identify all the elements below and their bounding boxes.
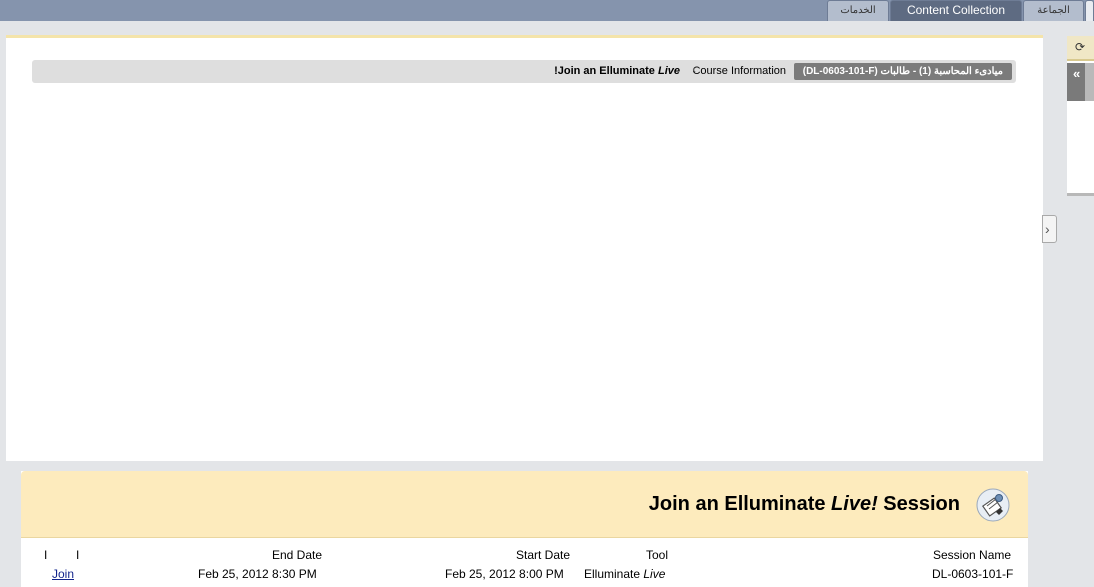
side-panel-divider <box>1085 63 1094 101</box>
session-panel-header: Join an Elluminate Live! Session <box>21 471 1028 538</box>
session-title-live: Live! <box>831 493 878 515</box>
elluminate-session-icon <box>976 488 1010 522</box>
session-title: Join an Elluminate Live! Session <box>649 493 960 516</box>
chevron-right-icon: › <box>1045 221 1050 237</box>
col-header-start-date[interactable]: Start Date <box>516 548 570 562</box>
tab-services[interactable]: الخدمات <box>827 0 889 21</box>
double-chevron-left-icon[interactable]: « <box>1073 66 1080 81</box>
refresh-icon[interactable]: ⟳ <box>1075 40 1085 54</box>
row-end-date: Feb 25, 2012 8:30 PM <box>198 567 317 581</box>
col-header-action-a: I <box>44 548 48 562</box>
row-tool-prefix: Elluminate <box>584 567 644 581</box>
breadcrumb-current-live: Live <box>657 65 680 77</box>
row-tool-live: Live <box>643 567 666 581</box>
top-tab-bar: الخدمات Content Collection الجماعة <box>0 0 1094 21</box>
col-header-end-date[interactable]: End Date <box>272 548 322 562</box>
row-session-name: DL-0603-101-F <box>932 567 1014 581</box>
tab-content-collection[interactable]: Content Collection <box>890 0 1022 21</box>
collapse-panel-button[interactable]: › <box>1042 215 1057 243</box>
session-title-prefix: Join an Elluminate <box>648 493 832 515</box>
col-header-tool[interactable]: Tool <box>646 548 668 562</box>
row-start-date: Feb 25, 2012 8:00 PM <box>445 567 564 581</box>
tab-community[interactable]: الجماعة <box>1023 0 1084 21</box>
col-header-action-b: I <box>76 548 80 562</box>
side-panel-header: ⟳ <box>1067 36 1094 61</box>
breadcrumb: ميادىء المحاسبة (1) - طالبات (DL-0603-10… <box>32 60 1016 83</box>
breadcrumb-course[interactable]: ميادىء المحاسبة (1) - طالبات (DL-0603-10… <box>793 63 1012 80</box>
breadcrumb-course-information[interactable]: Course Information <box>692 65 786 77</box>
breadcrumb-current-prefix: !Join an Elluminate <box>554 65 658 77</box>
side-panel: ⟳ « <box>1067 36 1094 196</box>
col-header-session-name[interactable]: Session Name <box>933 548 1011 562</box>
join-session-link[interactable]: Join <box>52 567 74 581</box>
session-title-suffix: Session <box>877 493 960 515</box>
row-tool: Elluminate Live <box>584 567 665 581</box>
breadcrumb-current-page: !Join an Elluminate Live <box>554 65 680 77</box>
session-panel: Join an Elluminate Live! Session Session… <box>21 471 1028 587</box>
content-frame: ميادىء المحاسبة (1) - طالبات (DL-0603-10… <box>6 35 1043 461</box>
breadcrumb-separator-icon: ‹ <box>692 64 696 76</box>
tab-partial[interactable] <box>1085 0 1094 21</box>
